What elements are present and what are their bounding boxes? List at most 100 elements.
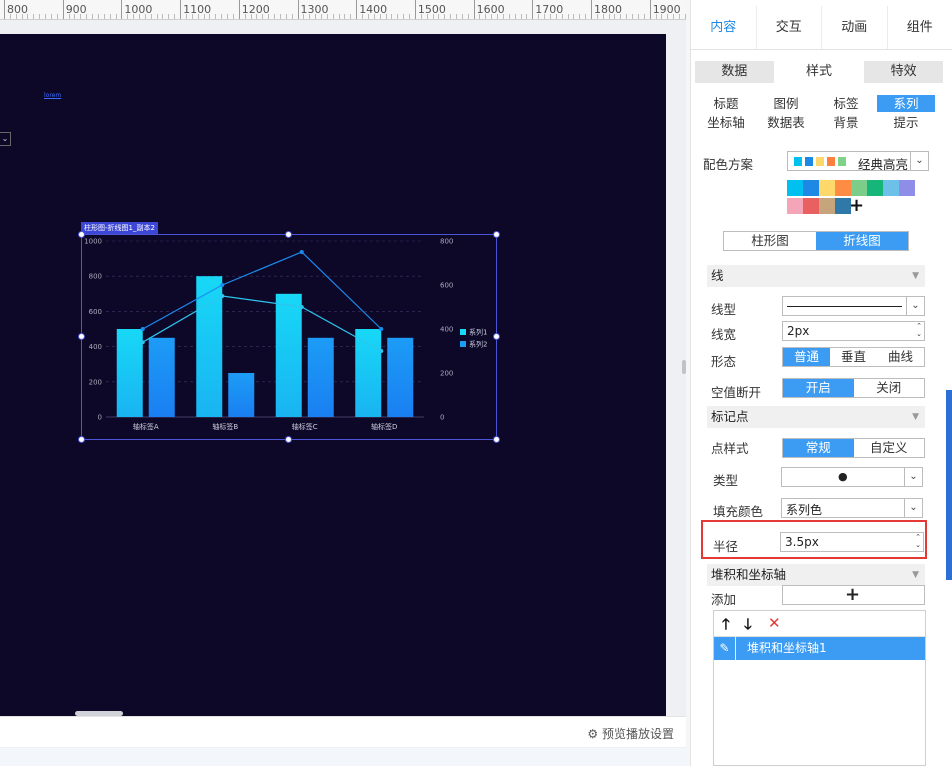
scheme-swatch xyxy=(838,157,846,166)
cat-title[interactable]: 标题 xyxy=(697,95,755,112)
ruler-minor-tick xyxy=(620,14,622,19)
palette-color[interactable] xyxy=(803,180,819,196)
palette-color[interactable] xyxy=(835,180,851,196)
color-scheme-select[interactable]: 经典高亮 ⌄ xyxy=(787,151,929,172)
workspace[interactable]: lorem ⌄ 柱形图-折线图1_副本2 0 200 400 600 800 1000 0 2… xyxy=(0,20,686,720)
tab-animation[interactable]: 动画 xyxy=(822,6,888,49)
palette-color[interactable] xyxy=(899,180,915,196)
vertical-scrollbar[interactable] xyxy=(682,360,686,374)
ruler-minor-tick xyxy=(491,14,493,19)
ruler-minor-tick xyxy=(338,14,340,19)
tab-content[interactable]: 内容 xyxy=(691,6,757,49)
ruler-minor-tick xyxy=(450,14,452,19)
ruler-minor-tick xyxy=(502,14,504,19)
point-style-normal[interactable]: 常规 xyxy=(783,439,854,457)
ruler-tick: 1400 xyxy=(356,0,387,19)
move-down-icon[interactable]: 🡓 xyxy=(744,614,752,639)
resize-handle-tl[interactable] xyxy=(78,231,85,238)
resize-handle-br[interactable] xyxy=(493,436,500,443)
subtab-effects[interactable]: 特效 xyxy=(864,61,944,83)
fill-color-select[interactable]: 系列色 ⌄ xyxy=(781,498,923,518)
y2-tick-label: 600 xyxy=(440,282,453,290)
y-tick-label: 0 xyxy=(98,414,102,422)
section-stack-axis[interactable]: 堆积和坐标轴 ▼ xyxy=(707,564,925,586)
edit-icon[interactable]: ✎ xyxy=(714,637,736,660)
add-color-icon[interactable]: + xyxy=(849,197,864,215)
ruler-minor-tick xyxy=(409,14,411,19)
gap-off[interactable]: 关闭 xyxy=(854,379,925,397)
palette-color[interactable] xyxy=(787,198,803,214)
move-up-icon[interactable]: 🡑 xyxy=(722,614,730,639)
cat-datatable[interactable]: 数据表 xyxy=(757,114,815,131)
ruler-minor-tick xyxy=(291,14,293,19)
design-canvas[interactable]: lorem ⌄ 柱形图-折线图1_副本2 0 200 400 600 800 1000 0 2… xyxy=(0,34,666,720)
line-marker xyxy=(220,283,225,287)
resize-handle-bl[interactable] xyxy=(78,436,85,443)
ruler-minor-tick xyxy=(244,14,246,19)
resize-handle-tc[interactable] xyxy=(285,231,292,238)
ruler-tick: 1100 xyxy=(180,0,211,19)
line-type-select[interactable]: ⌄ xyxy=(782,296,925,316)
cat-series[interactable]: 系列 xyxy=(877,95,935,112)
cat-tooltip[interactable]: 提示 xyxy=(877,114,935,131)
palette-color[interactable] xyxy=(835,198,851,214)
palette-color[interactable] xyxy=(867,180,883,196)
main-tabs: 内容 交互 动画 组件 xyxy=(691,6,952,50)
gap-on[interactable]: 开启 xyxy=(783,379,854,397)
color-scheme-label: 配色方案 xyxy=(703,157,754,172)
add-stack-button[interactable]: + xyxy=(782,584,925,605)
spinner-icon[interactable]: ⌃ ⌄ xyxy=(913,533,923,551)
ruler-minor-tick xyxy=(362,14,364,19)
switch-bar-chart[interactable]: 柱形图 xyxy=(724,232,816,250)
tab-interaction[interactable]: 交互 xyxy=(757,6,822,49)
cat-axis[interactable]: 坐标轴 xyxy=(697,114,755,131)
palette-color[interactable] xyxy=(819,198,835,214)
ruler-minor-tick xyxy=(485,14,487,19)
resize-handle-tr[interactable] xyxy=(493,231,500,238)
bar-2 xyxy=(307,337,334,417)
sub-tabs: 数据 样式 特效 xyxy=(695,61,944,83)
subtab-data[interactable]: 数据 xyxy=(695,61,774,83)
palette-color[interactable] xyxy=(787,180,803,196)
selected-chart-component[interactable]: 0 200 400 600 800 1000 0 200 400 600 800 轴标签A 轴标签B 轴标… xyxy=(81,234,497,440)
chevron-down-icon[interactable]: ⌄ xyxy=(0,132,11,146)
section-line[interactable]: 线 ▼ xyxy=(707,265,925,287)
palette-color[interactable] xyxy=(851,180,867,196)
spinner-icon[interactable]: ⌃ ⌄ xyxy=(914,322,924,340)
subtab-style[interactable]: 样式 xyxy=(779,61,859,83)
point-style-custom[interactable]: 自定义 xyxy=(854,439,925,457)
marker-type-select[interactable]: ● ⌄ xyxy=(781,467,923,487)
palette-color[interactable] xyxy=(803,198,819,214)
canvas-link[interactable]: lorem xyxy=(44,92,61,99)
preview-playback-settings[interactable]: ⚙ 预览播放设置 xyxy=(587,725,674,742)
ruler-minor-tick xyxy=(279,14,281,19)
ruler-minor-tick xyxy=(350,14,352,19)
ruler-minor-tick xyxy=(174,14,176,19)
section-marker[interactable]: 标记点 ▼ xyxy=(707,406,925,428)
cat-background[interactable]: 背景 xyxy=(817,114,875,131)
palette-color[interactable] xyxy=(883,180,899,196)
palette-color[interactable] xyxy=(819,180,835,196)
tab-component[interactable]: 组件 xyxy=(888,6,952,49)
resize-handle-bc[interactable] xyxy=(285,436,292,443)
resize-handle-ml[interactable] xyxy=(78,333,85,340)
ruler-minor-tick xyxy=(162,14,164,19)
radius-input[interactable]: 3.5px ⌃ ⌄ xyxy=(780,532,924,552)
scheme-swatch xyxy=(816,157,824,166)
ruler-minor-tick xyxy=(514,14,516,19)
shape-vertical[interactable]: 垂直 xyxy=(830,348,877,366)
ruler-minor-tick xyxy=(68,14,70,19)
list-item[interactable]: ✎ 堆积和坐标轴1 xyxy=(714,637,925,660)
shape-normal[interactable]: 普通 xyxy=(783,348,830,366)
switch-line-chart[interactable]: 折线图 xyxy=(816,232,908,250)
delete-icon[interactable]: ✕ xyxy=(768,614,781,632)
cat-label[interactable]: 标签 xyxy=(817,95,875,112)
line-width-input[interactable]: 2px ⌃ ⌄ xyxy=(782,321,925,341)
ruler-minor-tick xyxy=(438,14,440,19)
resize-handle-mr[interactable] xyxy=(493,333,500,340)
bar-2 xyxy=(148,337,175,417)
cat-legend[interactable]: 图例 xyxy=(757,95,815,112)
shape-curve[interactable]: 曲线 xyxy=(877,348,924,366)
ruler-minor-tick xyxy=(455,14,457,19)
ruler-minor-tick xyxy=(86,14,88,19)
